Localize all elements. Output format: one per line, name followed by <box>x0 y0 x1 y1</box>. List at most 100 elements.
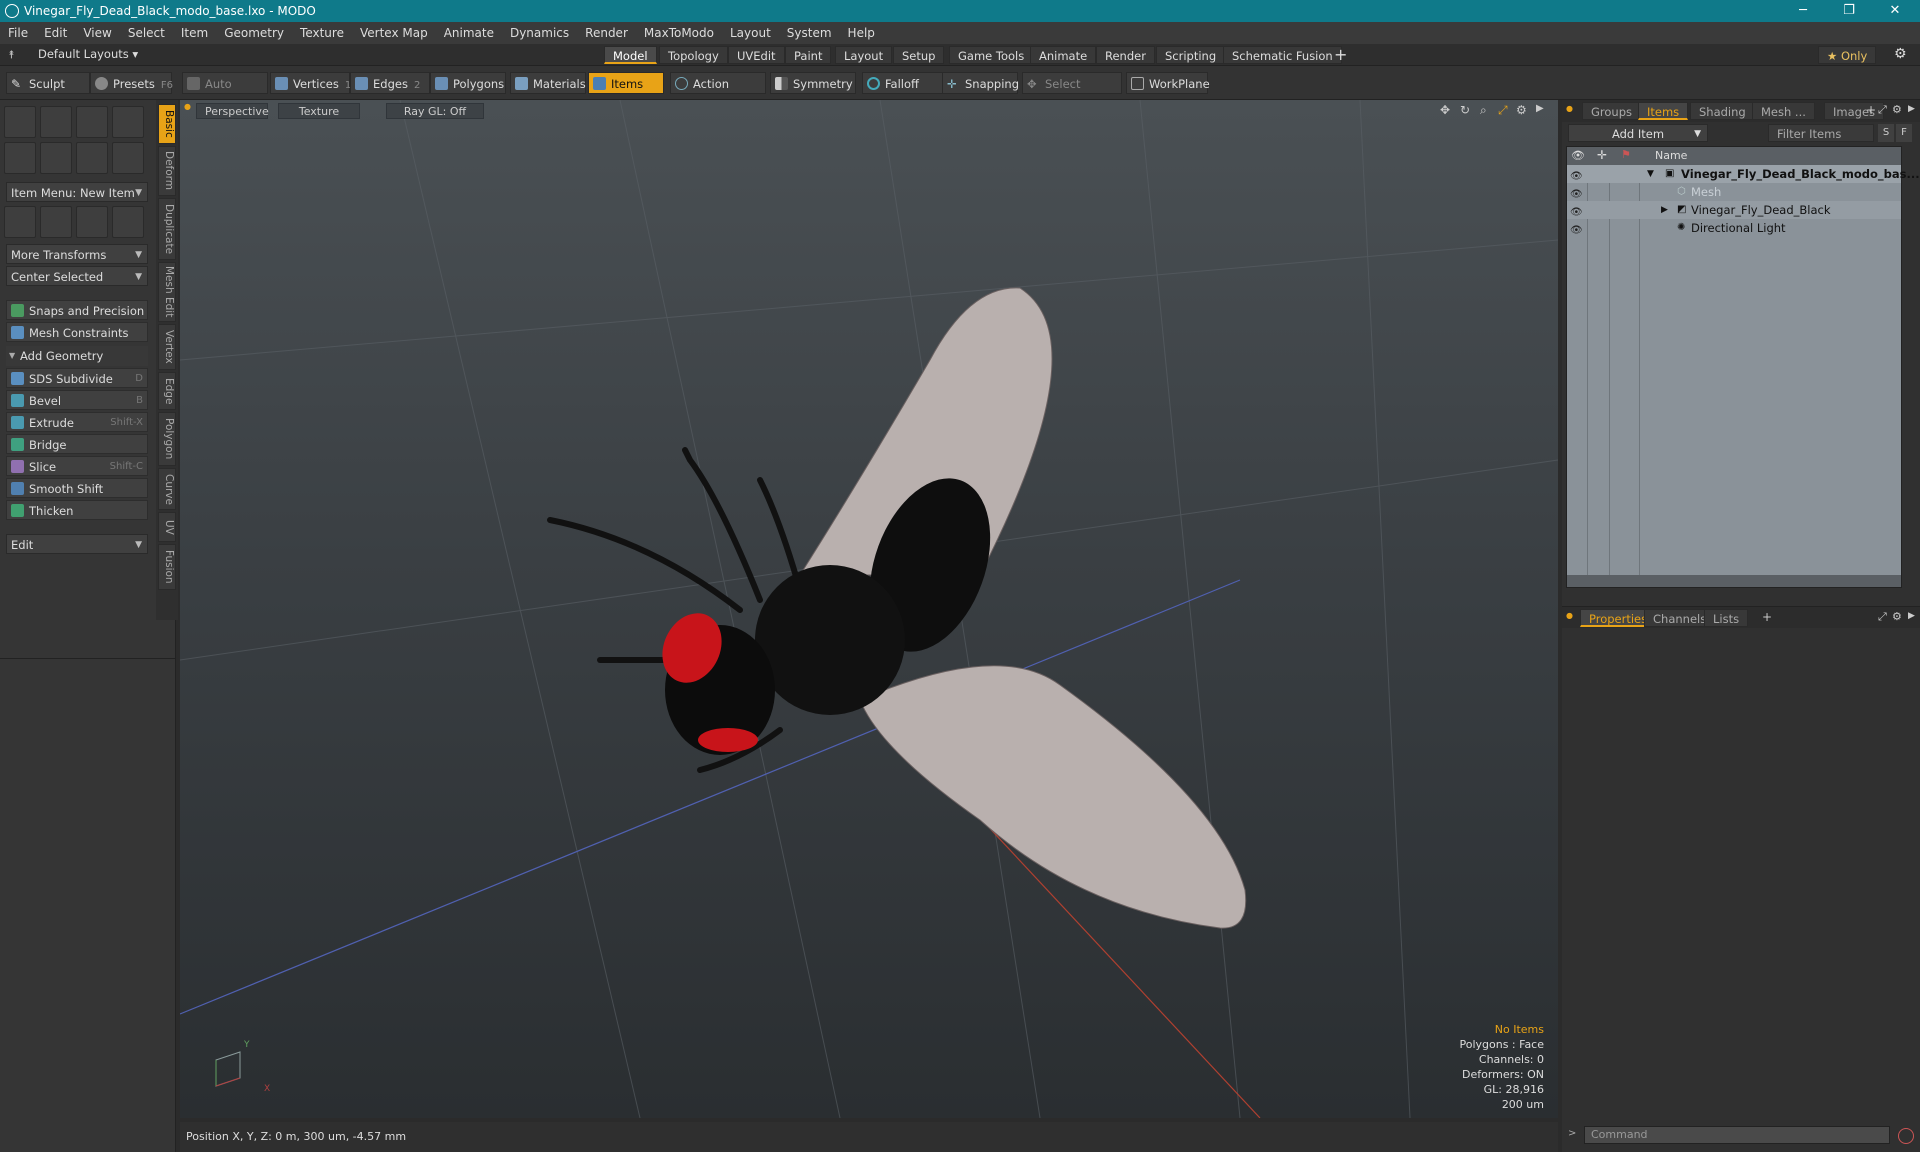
tab-lists[interactable]: Lists <box>1704 609 1749 627</box>
layout-collapse-icon[interactable]: ⯭ <box>8 48 15 62</box>
name-column-header[interactable]: Name <box>1655 149 1687 162</box>
tab-setup[interactable]: Setup <box>893 46 945 64</box>
add-tab-button[interactable]: + <box>1334 45 1347 64</box>
menu-animate[interactable]: Animate <box>436 26 502 40</box>
vtab-deform[interactable]: Deform <box>158 146 176 196</box>
text-icon[interactable] <box>112 142 144 174</box>
tab-paint[interactable]: Paint <box>785 46 832 64</box>
vtab-duplicate[interactable]: Duplicate <box>158 198 176 260</box>
3d-viewport[interactable]: Y X ● Perspective Texture Ray GL: Off ✥ … <box>180 100 1558 1118</box>
add-properties-tab-icon[interactable]: + <box>1762 610 1772 624</box>
menu-item[interactable]: Item <box>173 26 216 40</box>
scale-icon[interactable] <box>76 206 108 238</box>
smooth-shift-button[interactable]: Smooth Shift <box>6 478 148 498</box>
menu-geometry[interactable]: Geometry <box>216 26 292 40</box>
item-row-mesh[interactable]: 👁 ⬡ Mesh <box>1567 183 1901 201</box>
add-tab-icon[interactable]: + <box>1866 103 1876 117</box>
s-filter-button[interactable]: S <box>1878 124 1894 142</box>
tab-groups[interactable]: Groups <box>1582 102 1642 120</box>
gear-icon[interactable]: ⚙ <box>1894 46 1907 62</box>
capsule-icon[interactable] <box>40 142 72 174</box>
zoom-icon[interactable]: ⌕ <box>1480 103 1487 118</box>
extrude-button[interactable]: Extrude Shift-X <box>6 412 148 432</box>
tab-animate[interactable]: Animate <box>1030 46 1097 64</box>
viewport-expand-icon[interactable]: ▶ <box>1536 103 1544 114</box>
sds-subdivide-button[interactable]: SDS Subdivide D <box>6 368 148 388</box>
texture-button[interactable]: Texture <box>278 103 360 119</box>
vertices-button[interactable]: Vertices 1 <box>270 72 351 94</box>
panel-expand-arrow-icon[interactable]: ▶ <box>1908 104 1915 114</box>
polygons-button[interactable]: Polygons <box>430 72 506 94</box>
panel-gear-icon[interactable]: ⚙ <box>1892 103 1902 116</box>
menu-system[interactable]: System <box>779 26 840 40</box>
visibility-eye-icon[interactable]: 👁 <box>1570 186 1583 200</box>
f-filter-button[interactable]: F <box>1896 124 1912 142</box>
maximize-viewport-icon[interactable]: ⤢ <box>1498 103 1508 118</box>
tab-render[interactable]: Render <box>1096 46 1155 64</box>
viewport-menu-icon[interactable]: ● <box>184 102 191 111</box>
center-selected-dropdown[interactable]: Center Selected ▼ <box>6 266 148 286</box>
mesh-constraints-button[interactable]: Mesh Constraints <box>6 322 148 342</box>
falloff-button[interactable]: Falloff <box>862 72 944 94</box>
filter-items-input[interactable]: Filter Items <box>1768 124 1874 142</box>
horizontal-scrollbar[interactable] <box>1567 575 1901 587</box>
menu-render[interactable]: Render <box>577 26 636 40</box>
expand-arrow-icon[interactable]: ▼ <box>1647 165 1654 183</box>
raygl-button[interactable]: Ray GL: Off <box>386 103 484 119</box>
item-row-light[interactable]: 👁 ✺ Directional Light <box>1567 219 1901 237</box>
minimize-button[interactable]: ─ <box>1780 0 1826 22</box>
perspective-button[interactable]: Perspective <box>196 103 269 119</box>
properties-menu-icon[interactable]: ● <box>1566 611 1573 620</box>
snaps-precision-button[interactable]: Snaps and Precision <box>6 300 148 320</box>
command-input[interactable]: Command <box>1584 1126 1890 1144</box>
transform-icon[interactable] <box>112 206 144 238</box>
auto-select-button[interactable]: Auto Select <box>182 72 268 113</box>
item-menu-dropdown[interactable]: Item Menu: New Item ▼ <box>6 182 148 202</box>
vtab-edge[interactable]: Edge <box>158 372 176 410</box>
vtab-polygon[interactable]: Polygon <box>158 412 176 466</box>
bridge-button[interactable]: Bridge <box>6 434 148 454</box>
cylinder-icon[interactable] <box>76 106 108 138</box>
menu-dynamics[interactable]: Dynamics <box>502 26 577 40</box>
item-row-scene[interactable]: 👁 ▼ ▣ Vinegar_Fly_Dead_Black_modo_bas... <box>1567 165 1920 183</box>
vtab-uv[interactable]: UV <box>158 512 176 542</box>
tab-items[interactable]: Items <box>1638 102 1689 120</box>
maximize-button[interactable]: ❐ <box>1826 0 1872 22</box>
tab-shading[interactable]: Shading <box>1690 102 1755 120</box>
tab-topology[interactable]: Topology <box>659 46 728 64</box>
tab-schematic-fusion[interactable]: Schematic Fusion <box>1223 46 1342 64</box>
edit-dropdown[interactable]: Edit ▼ <box>6 534 148 554</box>
properties-gear-icon[interactable]: ⚙ <box>1892 610 1902 623</box>
menu-texture[interactable]: Texture <box>292 26 352 40</box>
tab-mesh[interactable]: Mesh ... <box>1752 102 1815 120</box>
add-item-button[interactable]: Add Item ▼ <box>1568 124 1708 142</box>
snapping-button[interactable]: ✛ Snapping <box>942 72 1019 94</box>
menu-vertex-map[interactable]: Vertex Map <box>352 26 436 40</box>
close-button[interactable]: ✕ <box>1872 0 1918 22</box>
rotate-icon[interactable] <box>40 206 72 238</box>
vtab-vertex[interactable]: Vertex <box>158 324 176 370</box>
cone-icon[interactable] <box>112 106 144 138</box>
add-geometry-section[interactable]: ▼ Add Geometry <box>6 346 148 366</box>
pan-icon[interactable]: ✥ <box>1440 103 1450 117</box>
action-center-button[interactable]: Action Center <box>670 72 766 113</box>
sphere-icon[interactable] <box>40 106 72 138</box>
sculpt-button[interactable]: ✎ Sculpt <box>6 72 90 94</box>
properties-expand-icon[interactable]: ⤢ <box>1878 610 1887 624</box>
tab-scripting[interactable]: Scripting <box>1156 46 1226 64</box>
menu-help[interactable]: Help <box>840 26 883 40</box>
bevel-button[interactable]: Bevel B <box>6 390 148 410</box>
edges-button[interactable]: Edges 2 <box>350 72 430 94</box>
visibility-eye-icon[interactable]: 👁 <box>1570 168 1583 182</box>
expand-arrow-icon[interactable]: ▶ <box>1661 201 1668 219</box>
vtab-curve[interactable]: Curve <box>158 468 176 510</box>
only-toggle[interactable]: ★ Only <box>1818 46 1877 64</box>
menu-maxtomodo[interactable]: MaxToModo <box>636 26 722 40</box>
record-icon[interactable] <box>1898 1128 1914 1144</box>
tab-game-tools[interactable]: Game Tools <box>949 46 1034 64</box>
select-through-button[interactable]: ✥Select Through <box>1022 72 1122 113</box>
visibility-eye-icon[interactable]: 👁 <box>1570 222 1583 236</box>
default-layouts-dropdown[interactable]: Default Layouts ▾ <box>38 47 138 61</box>
pen-icon[interactable] <box>76 142 108 174</box>
more-transforms-dropdown[interactable]: More Transforms ▼ <box>6 244 148 264</box>
